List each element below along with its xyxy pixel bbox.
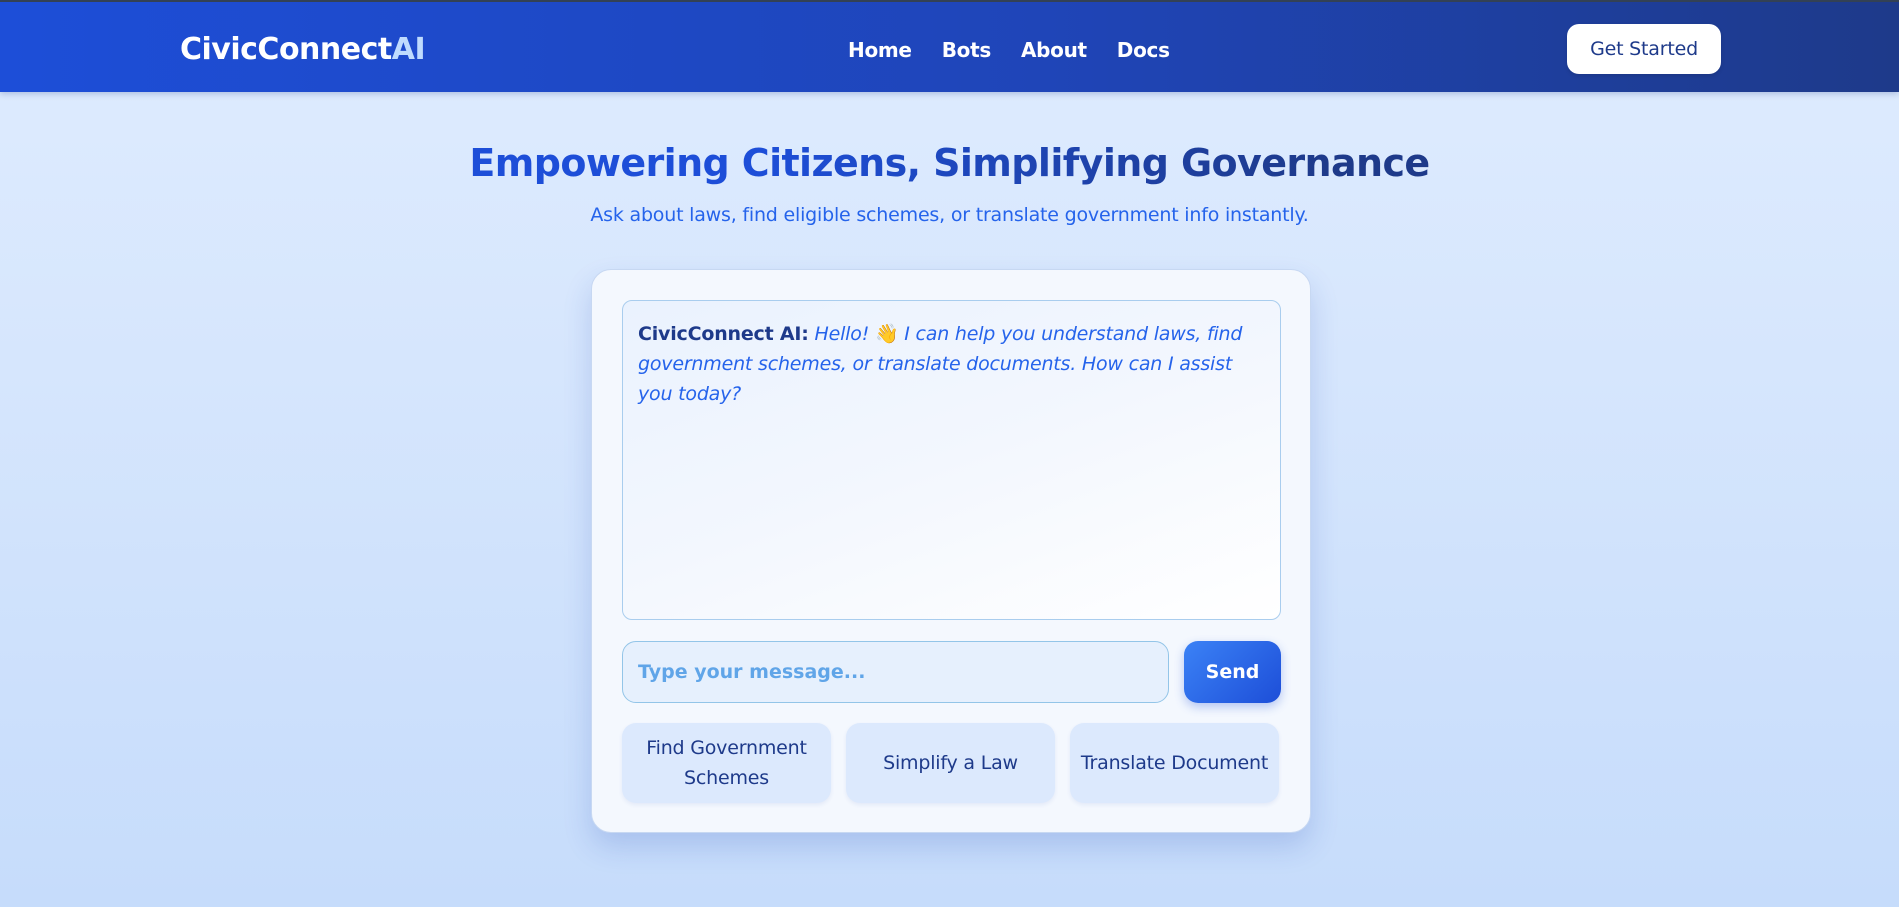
nav-link-about[interactable]: About xyxy=(1021,38,1087,62)
hero-subtitle: Ask about laws, find eligible schemes, o… xyxy=(590,204,1309,226)
message-input[interactable] xyxy=(622,641,1169,703)
message-greeting: Hello! xyxy=(814,323,870,345)
nav-link-docs[interactable]: Docs xyxy=(1117,38,1170,62)
send-button[interactable]: Send xyxy=(1184,641,1281,703)
translate-document-button[interactable]: Translate Document xyxy=(1070,723,1279,803)
get-started-button[interactable]: Get Started xyxy=(1567,24,1721,74)
bot-message: CivicConnect AI: Hello! 👋 I can help you… xyxy=(638,319,1265,409)
brand-logo-main: CivicConnect xyxy=(180,32,392,67)
message-sender: CivicConnect AI: xyxy=(638,323,809,345)
simplify-law-button[interactable]: Simplify a Law xyxy=(846,723,1055,803)
hero-title: Empowering Citizens, Simplifying Governa… xyxy=(0,138,1899,188)
waving-hand-icon: 👋 xyxy=(874,323,899,345)
find-government-schemes-button[interactable]: Find Government Schemes xyxy=(622,723,831,803)
brand-logo[interactable]: CivicConnectAI xyxy=(180,32,426,68)
nav-link-home[interactable]: Home xyxy=(848,38,912,62)
brand-logo-accent: AI xyxy=(391,32,426,67)
nav-link-bots[interactable]: Bots xyxy=(942,38,992,62)
chat-window[interactable]: CivicConnect AI: Hello! 👋 I can help you… xyxy=(622,300,1281,620)
chat-card: CivicConnect AI: Hello! 👋 I can help you… xyxy=(591,269,1311,833)
top-navbar: CivicConnectAI Home Bots About Docs Get … xyxy=(0,0,1899,92)
main-nav: Home Bots About Docs xyxy=(848,38,1200,62)
